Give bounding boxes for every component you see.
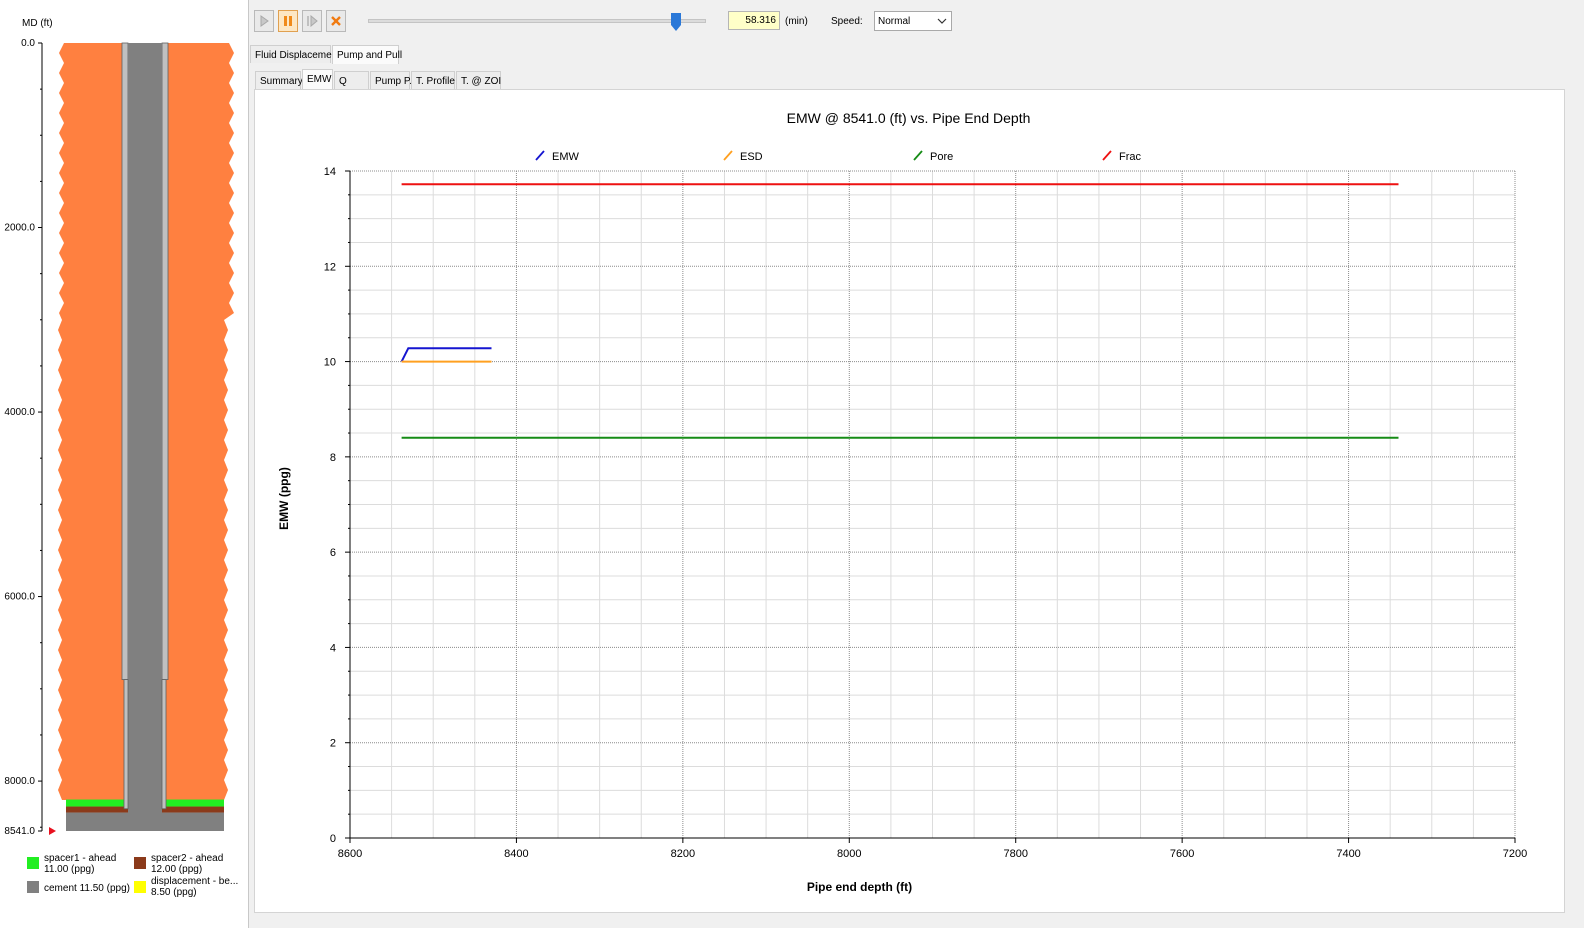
x-tick-label: 7600	[1170, 848, 1194, 860]
y-axis-label: EMW (ppg)	[277, 467, 291, 530]
y-tick-label: 10	[324, 357, 336, 369]
play-icon	[260, 15, 269, 27]
drill-pipe	[128, 43, 162, 831]
legend-item-spacer2: spacer2 - ahead 12.00 (ppg)	[151, 853, 224, 875]
y-tick-label: 6	[330, 547, 336, 559]
tab-fluid-displacement[interactable]: Fluid Displacement	[250, 45, 340, 63]
chart-title: EMW @ 8541.0 (ft) vs. Pipe End Depth	[787, 110, 1031, 126]
step-forward-button[interactable]	[302, 10, 322, 32]
legend-icon-pore	[913, 150, 923, 161]
series-line-emw	[400, 347, 492, 363]
y-tick-label: 8	[330, 452, 336, 464]
legend-icon-frac	[1102, 150, 1112, 161]
tab-pump-pressure[interactable]: Pump P.	[370, 71, 412, 89]
depth-tick-label: 6000.0	[4, 592, 35, 603]
time-unit-label: (min)	[785, 16, 808, 27]
pipe-wall-right	[161, 679, 167, 810]
x-tick-label: 8400	[504, 848, 528, 860]
y-tick-label: 14	[324, 166, 336, 178]
legend-label-emw: EMW	[552, 151, 580, 163]
tab-summary[interactable]: Summary	[255, 71, 303, 89]
x-tick-label: 7800	[1003, 848, 1027, 860]
legend-label-esd: ESD	[740, 151, 763, 163]
step-forward-icon	[307, 15, 318, 27]
depth-tick-label: 8000.0	[4, 776, 35, 787]
legend-label-pore: Pore	[930, 151, 953, 163]
depth-tick-label: 4000.0	[4, 407, 35, 418]
slider-thumb[interactable]	[671, 13, 681, 31]
legend-icon-emw	[535, 150, 545, 161]
tab-emw[interactable]: EMW	[302, 69, 333, 89]
legend-swatch-spacer1	[27, 857, 39, 869]
emw-chart: EMW @ 8541.0 (ft) vs. Pipe End Depth 0 2 4 6…	[277, 110, 1527, 894]
legend-swatch-spacer2	[134, 857, 146, 869]
emw-chart-panel: EMW @ 8541.0 (ft) vs. Pipe End Depth 0 2 4 6…	[254, 89, 1565, 913]
depth-tick-label: 0.0	[21, 38, 35, 49]
tab-pump-and-pull[interactable]: Pump and Pull	[332, 45, 402, 64]
x-tick-label: 7400	[1336, 848, 1360, 860]
casing-wall-left	[121, 42, 129, 680]
tab-q[interactable]: Q	[334, 71, 369, 89]
y-tick-label: 4	[330, 642, 336, 654]
play-button[interactable]	[254, 10, 274, 32]
pause-icon	[284, 16, 292, 26]
speed-select[interactable]: Normal	[874, 11, 952, 31]
depth-tick-label: 2000.0	[4, 223, 35, 234]
legend-label-frac: Frac	[1119, 151, 1142, 163]
y-tick-label: 2	[330, 738, 336, 750]
playback-toolbar: 58.316 (min) Speed: Normal	[250, 0, 1584, 42]
legend-item-spacer1: spacer1 - ahead 11.00 (ppg)	[44, 853, 117, 875]
depth-tick-label: 8541.0	[4, 826, 35, 837]
legend-swatch-cement	[27, 881, 39, 893]
legend-swatch-displacement	[134, 881, 146, 893]
tab-temperature-zoi[interactable]: T. @ ZOI	[456, 71, 501, 89]
legend-item-displacement: displacement - be... 8.50 (ppg)	[151, 876, 239, 898]
speed-select-value: Normal	[878, 16, 911, 27]
pause-button[interactable]	[278, 10, 298, 32]
pipe-wall-left	[123, 679, 129, 810]
speed-label: Speed:	[831, 16, 863, 27]
x-tick-label: 8000	[837, 848, 861, 860]
y-tick-label: 12	[324, 261, 336, 273]
x-axis-label: Pipe end depth (ft)	[807, 880, 912, 894]
panel-divider	[248, 0, 249, 928]
x-tick-label: 8600	[338, 848, 362, 860]
well-schematic: 0.0 2000.0 4000.0 6000.0 8000.0 8541.0	[4, 38, 234, 837]
legend-item-cement: cement 11.50 (ppg)	[44, 883, 130, 894]
casing-wall-right	[161, 42, 169, 680]
playback-slider[interactable]	[368, 19, 706, 23]
x-tick-label: 7200	[1503, 848, 1527, 860]
chevron-down-icon	[937, 18, 947, 24]
tab-temperature-profile[interactable]: T. Profile	[411, 71, 455, 89]
close-icon	[331, 16, 341, 26]
legend-icon-esd	[723, 150, 733, 161]
time-value-field[interactable]: 58.316	[728, 11, 780, 30]
stop-button[interactable]	[326, 10, 346, 32]
well-schematic-panel: MD (ft) 0.0 2000.0 4000.0 6000.0 8000.0 8541.…	[0, 0, 248, 928]
y-tick-label: 0	[330, 833, 336, 845]
td-marker-icon	[49, 827, 56, 835]
x-tick-label: 8200	[671, 848, 695, 860]
